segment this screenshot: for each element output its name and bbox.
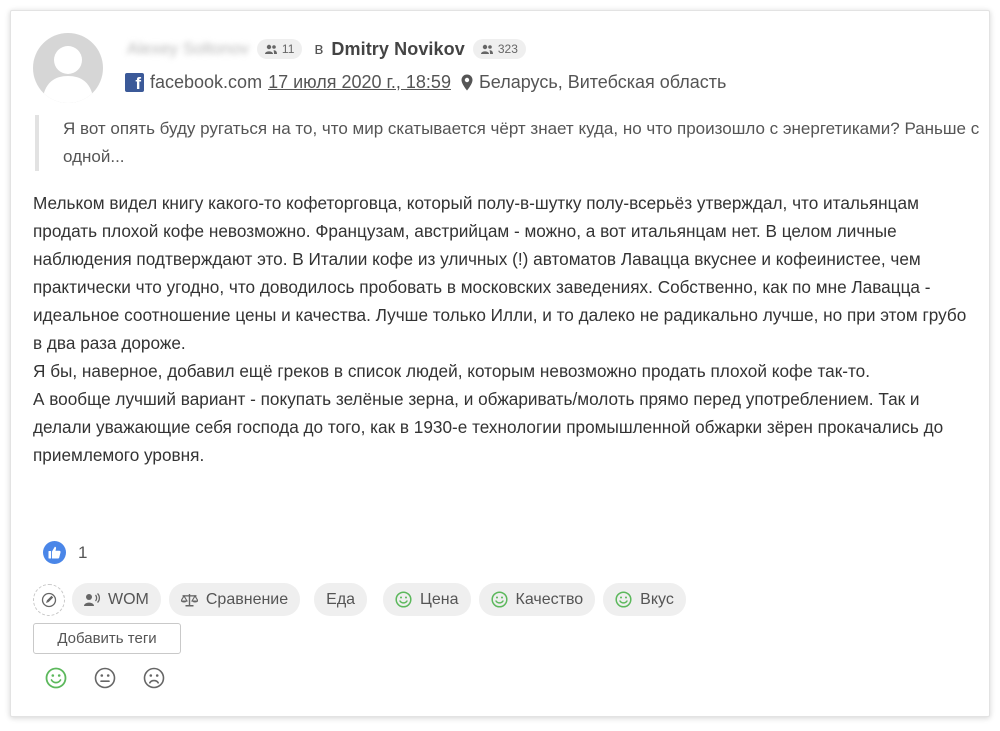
people-icon [264, 44, 277, 54]
tag-label: WOM [108, 590, 149, 608]
tag-quality[interactable]: Качество [478, 583, 596, 616]
positive-sentiment-icon[interactable] [45, 667, 67, 689]
target-name[interactable]: Dmitry Novikov [331, 39, 464, 60]
author-followers-badge: 11 [256, 39, 303, 59]
pencil-icon [41, 592, 57, 607]
post-date-link[interactable]: 17 июля 2020 г., 18:59 [268, 72, 451, 93]
likes-row: 1 [43, 541, 87, 564]
quoted-text: Я вот опять буду ругаться на то, что мир… [35, 115, 993, 171]
facebook-icon: f [125, 72, 144, 93]
thumbs-up-icon[interactable] [43, 541, 66, 564]
tag-wom[interactable]: WOM [72, 583, 161, 616]
target-followers-badge: 323 [472, 39, 526, 59]
tag-price[interactable]: Цена [383, 583, 471, 616]
post-card: Alexey Soltonov 11 в Dmitry Novikov 323 … [10, 10, 990, 717]
neutral-sentiment-icon[interactable] [94, 667, 116, 689]
target-followers-count: 323 [497, 42, 518, 56]
author-followers-count: 11 [281, 42, 295, 56]
tag-label: Вкус [640, 590, 674, 608]
tag-label: Качество [515, 590, 584, 608]
sentiment-selector [45, 667, 165, 689]
smile-icon [395, 591, 412, 608]
avatar[interactable] [33, 33, 103, 103]
people-icon [480, 44, 493, 54]
tag-label: Цена [420, 590, 459, 608]
edit-tags-button[interactable] [33, 583, 65, 616]
smile-icon [490, 591, 508, 608]
post-header: Alexey Soltonov 11 в Dmitry Novikov 323 [127, 35, 526, 63]
tag-label: Еда [326, 590, 356, 608]
scales-icon [180, 593, 198, 606]
tag-comparison[interactable]: Сравнение [168, 583, 301, 616]
post-body: Мельком видел книгу какого-то кофеторгов… [33, 193, 967, 465]
post-location: Беларусь, Витебская область [478, 71, 727, 92]
negative-sentiment-icon[interactable] [143, 667, 165, 689]
author-name[interactable]: Alexey Soltonov [127, 39, 249, 59]
tag-label: Сравнение [205, 590, 289, 608]
location-pin-icon [461, 74, 473, 90]
tags-row: WOM Сравнение Еда Цена Качество Вкус [33, 583, 694, 616]
post-meta: f facebook.com 17 июля 2020 г., 18:59 Бе… [125, 69, 726, 95]
megaphone-icon [84, 592, 100, 606]
tag-taste[interactable]: Вкус [603, 583, 686, 616]
user-placeholder-icon [42, 46, 94, 103]
in-word: в [314, 39, 324, 58]
add-tags-button[interactable]: Добавить теги [33, 623, 181, 654]
source-site: facebook.com [150, 71, 263, 92]
likes-count: 1 [78, 542, 88, 562]
tag-food[interactable]: Еда [314, 583, 368, 616]
smile-icon [615, 591, 632, 608]
